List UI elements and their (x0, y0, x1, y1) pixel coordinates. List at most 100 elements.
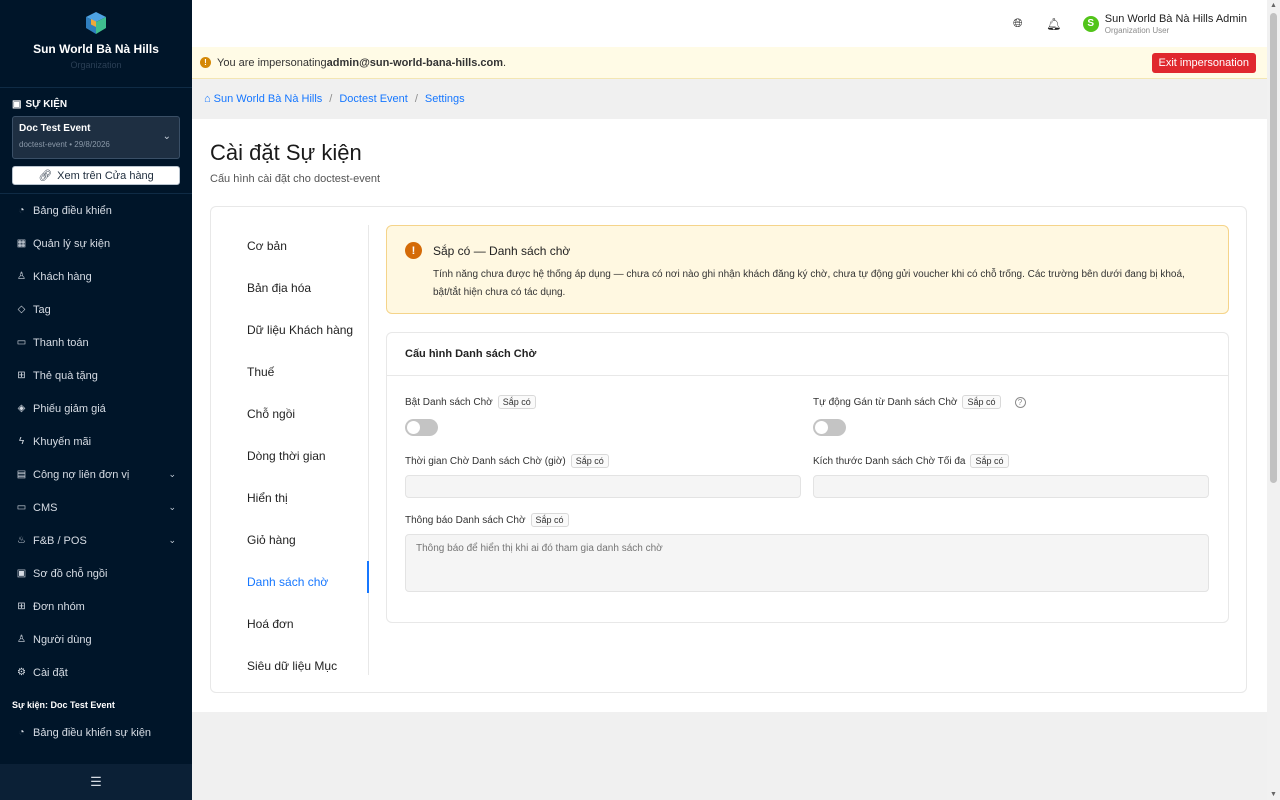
settings-tabs: Cơ bản Bản địa hóa Dữ liệu Khách hàng Th… (229, 225, 369, 675)
soon-badge: Sắp có (497, 395, 536, 409)
wait-time-input[interactable] (405, 475, 801, 498)
page-scrollbar[interactable]: ▲ ▼ (1267, 0, 1280, 800)
collapse-sidebar-button[interactable]: ☰ (0, 764, 192, 800)
breadcrumb-separator: / (329, 93, 333, 105)
users-icon: ♙ (17, 271, 26, 282)
waitlist-config-card: Cấu hình Danh sách Chờ Bật Danh sách Chờ… (386, 332, 1229, 623)
breadcrumb-event[interactable]: Doctest Event (339, 93, 407, 105)
scrollbar-thumb[interactable] (1270, 13, 1277, 483)
chevron-down-icon: ⌄ (168, 535, 176, 545)
scroll-up-icon[interactable]: ▲ (1270, 2, 1277, 9)
user-icon: ♙ (17, 634, 26, 645)
soon-badge: Sắp có (530, 513, 569, 527)
chevron-down-icon: ⌄ (168, 502, 176, 512)
user-menu[interactable]: S Sun World Bà Nà Hills Admin Organizati… (1082, 12, 1247, 35)
sidebar-item-dashboard[interactable]: ◔ Bảng điều khiển (0, 194, 192, 227)
bell-icon[interactable]: 🔔︎ (1046, 17, 1061, 31)
home-icon: ⌂ (204, 93, 211, 105)
sidebar-item-group-orders[interactable]: ⊞ Đơn nhóm (0, 590, 192, 623)
calendar-icon: ▦ (16, 238, 27, 249)
waitlist-notice-label: Thông báo Danh sách Chờ Sắp có (405, 513, 569, 527)
breadcrumb-home[interactable]: Sun World Bà Nà Hills (214, 93, 323, 105)
soon-badge: Sắp có (962, 395, 1001, 409)
payment-icon: ▭ (16, 337, 27, 348)
sidebar-item-settings[interactable]: ⚙ Cài đặt (0, 656, 192, 689)
tab-timeline[interactable]: Dòng thời gian (229, 435, 368, 477)
impersonation-email: admin@sun-world-bana-hills.com (326, 56, 504, 69)
event-meta: doctest-event • 29/8/2026 (19, 140, 110, 149)
tab-basic[interactable]: Cơ bản (229, 225, 368, 267)
promotion-icon: ϟ (18, 436, 25, 447)
sidebar-menu: ◔ Bảng điều khiển ▦ Quản lý sự kiện ♙ Khách… (0, 194, 192, 689)
tab-item-metadata[interactable]: Siêu dữ liệu Mục (229, 645, 368, 687)
notice-title: Sắp có — Danh sách chờ (433, 244, 571, 258)
sidebar-item-fnb[interactable]: ♨ F&B / POS ⌄ (0, 524, 192, 557)
sidebar-item-event-dashboard[interactable]: ◔ Bảng điều khiển sự kiện (0, 716, 192, 749)
group-order-icon: ⊞ (17, 601, 26, 612)
section-label: ▣ SỰ KIỆN (12, 99, 68, 110)
tab-invoice[interactable]: Hoá đơn (229, 603, 368, 645)
sidebar-item-seatmap[interactable]: ▣ Sơ đồ chỗ ngồi (0, 557, 192, 590)
dashboard-icon: ◔ (18, 727, 25, 738)
sidebar-item-payment[interactable]: ▭ Thanh toán (0, 326, 192, 359)
sidebar: Sun World Bà Nà Hills Organization ▣ SỰ … (0, 0, 192, 800)
sidebar-item-users[interactable]: ♙ Người dùng (0, 623, 192, 656)
coupon-icon: ◈ (17, 403, 26, 414)
enable-waitlist-toggle[interactable] (405, 419, 438, 436)
breadcrumb-separator: / (414, 93, 418, 105)
event-menu: ◔ Bảng điều khiển sự kiện (0, 716, 192, 749)
tab-localization[interactable]: Bản địa hóa (229, 267, 368, 309)
sidebar-item-debt[interactable]: ▤ Công nợ liên đơn vị ⌄ (0, 458, 192, 491)
globe-icon[interactable]: 🌐︎ (1011, 16, 1025, 31)
brand: Sun World Bà Nà Hills Organization (0, 0, 192, 88)
sidebar-item-events[interactable]: ▦ Quản lý sự kiện (0, 227, 192, 260)
breadcrumb-current[interactable]: Settings (425, 93, 465, 105)
brand-sub: Organization (70, 60, 122, 70)
link-icon: 🔗︎ (38, 170, 53, 182)
tab-tax[interactable]: Thuế (229, 351, 368, 393)
debt-icon: ▤ (16, 469, 27, 480)
menu-fold-icon: ☰ (90, 774, 102, 789)
tag-icon: ◇ (17, 304, 26, 315)
brand-name: Sun World Bà Nà Hills (33, 42, 159, 56)
tab-display[interactable]: Hiển thị (229, 477, 368, 519)
waitlist-notice-textarea[interactable] (405, 534, 1209, 592)
question-icon[interactable]: ? (1014, 396, 1026, 408)
auto-assign-label: Tự động Gán từ Danh sách Chờ Sắp có ? (813, 395, 1026, 409)
main-content: Cài đặt Sự kiện Cấu hình cài đặt cho doc… (192, 119, 1267, 712)
brand-logo-icon (86, 12, 106, 34)
wait-time-label: Thời gian Chờ Danh sách Chờ (giờ) Sắp có (405, 454, 609, 468)
config-title: Cấu hình Danh sách Chờ (387, 333, 1228, 376)
fnb-icon: ♨ (17, 535, 26, 546)
soon-badge: Sắp có (570, 454, 609, 468)
warning-icon: ! (200, 57, 211, 68)
scroll-down-icon[interactable]: ▼ (1270, 791, 1277, 798)
coming-soon-notice: ! Sắp có — Danh sách chờ Tính năng chưa … (386, 225, 1229, 314)
view-store-button[interactable]: 🔗︎ Xem trên Cửa hàng (12, 166, 180, 185)
tab-waitlist[interactable]: Danh sách chờ (229, 561, 369, 603)
impersonation-prefix: You are impersonating (217, 56, 327, 69)
max-size-input[interactable] (813, 475, 1209, 498)
page-subtitle: Cấu hình cài đặt cho doctest-event (210, 173, 380, 185)
sidebar-item-gift-cards[interactable]: ⊞ Thẻ quà tặng (0, 359, 192, 392)
enable-waitlist-label: Bật Danh sách Chờ Sắp có (405, 395, 536, 409)
sidebar-item-cms[interactable]: ▭ CMS ⌄ (0, 491, 192, 524)
tab-cart[interactable]: Giỏ hàng (229, 519, 368, 561)
tab-customer-data[interactable]: Dữ liệu Khách hàng (229, 309, 368, 351)
page-title: Cài đặt Sự kiện (210, 140, 362, 165)
sidebar-item-promotions[interactable]: ϟ Khuyến mãi (0, 425, 192, 458)
breadcrumb: ⌂ Sun World Bà Nà Hills / Doctest Event … (192, 79, 1267, 119)
user-role: Organization User (1104, 25, 1170, 35)
sidebar-item-tag[interactable]: ◇ Tag (0, 293, 192, 326)
sidebar-item-customers[interactable]: ♙ Khách hàng (0, 260, 192, 293)
auto-assign-toggle[interactable] (813, 419, 846, 436)
sidebar-item-coupons[interactable]: ◈ Phiếu giảm giá (0, 392, 192, 425)
event-group-title: Sự kiện: Doc Test Event (12, 700, 115, 710)
exit-impersonation-button[interactable]: Exit impersonation (1151, 53, 1256, 73)
tab-seating[interactable]: Chỗ ngồi (229, 393, 368, 435)
event-name: Doc Test Event (19, 123, 91, 134)
user-name: Sun World Bà Nà Hills Admin (1104, 12, 1247, 25)
chevron-down-icon: ⌄ (162, 131, 171, 142)
notice-description: Tính năng chưa được hệ thống áp dụng — c… (433, 269, 1185, 298)
event-selector[interactable]: Doc Test Event doctest-event • 29/8/2026… (12, 116, 180, 159)
